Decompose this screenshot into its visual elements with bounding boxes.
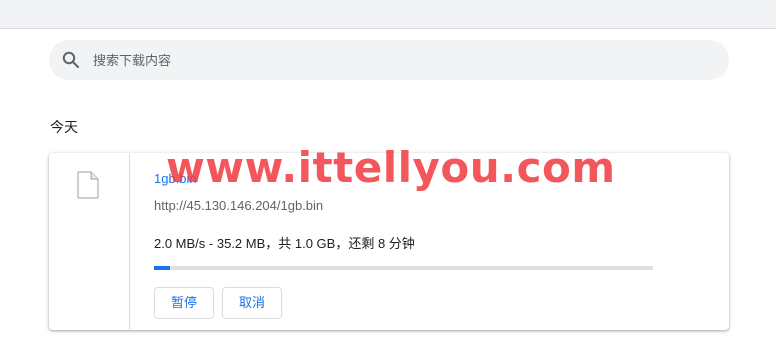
search-bar[interactable]	[49, 40, 729, 80]
cancel-button[interactable]: 取消	[222, 287, 282, 319]
search-icon	[61, 50, 81, 70]
file-url: http://45.130.146.204/1gb.bin	[154, 198, 324, 213]
search-input[interactable]	[93, 40, 713, 80]
file-icon-column	[49, 153, 130, 330]
progress-bar	[154, 266, 653, 270]
progress-bar-fill	[154, 266, 170, 270]
pause-button[interactable]: 暂停	[154, 287, 214, 319]
file-name-link[interactable]: 1gb.bin	[154, 171, 197, 186]
section-date-label: 今天	[50, 119, 78, 135]
file-icon	[77, 171, 99, 199]
top-toolbar	[0, 0, 776, 29]
download-item-card: 1gb.bin http://45.130.146.204/1gb.bin 2.…	[49, 153, 729, 330]
download-status: 2.0 MB/s - 35.2 MB，共 1.0 GB，还剩 8 分钟	[154, 236, 415, 251]
